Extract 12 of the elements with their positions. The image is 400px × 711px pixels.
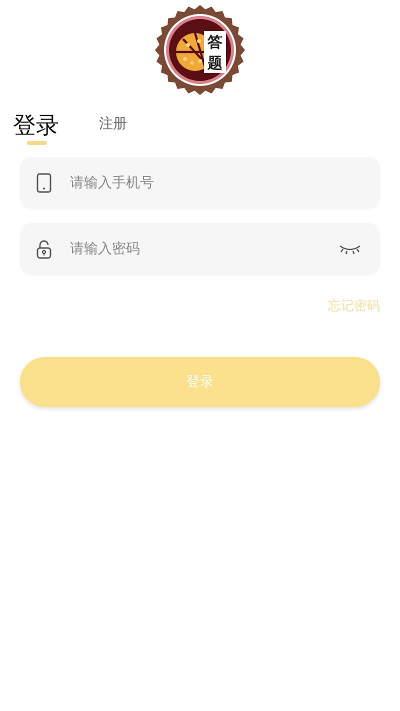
lock-icon	[36, 238, 52, 258]
logo-text: 答	[208, 34, 222, 50]
input-field[interactable]: 请输入手机号	[20, 157, 380, 208]
text-input[interactable]: 请输入密码	[68, 240, 322, 258]
input-field[interactable]: 请输入密码	[20, 223, 380, 274]
logo-text: 题	[208, 54, 222, 70]
tab[interactable]: 登录	[13, 113, 59, 145]
tab[interactable]: 注册	[99, 115, 127, 133]
tab-indicator	[27, 141, 47, 145]
eye-closed-icon[interactable]	[338, 242, 362, 254]
text-input[interactable]: 请输入手机号	[68, 174, 362, 192]
phone-icon	[36, 172, 52, 192]
